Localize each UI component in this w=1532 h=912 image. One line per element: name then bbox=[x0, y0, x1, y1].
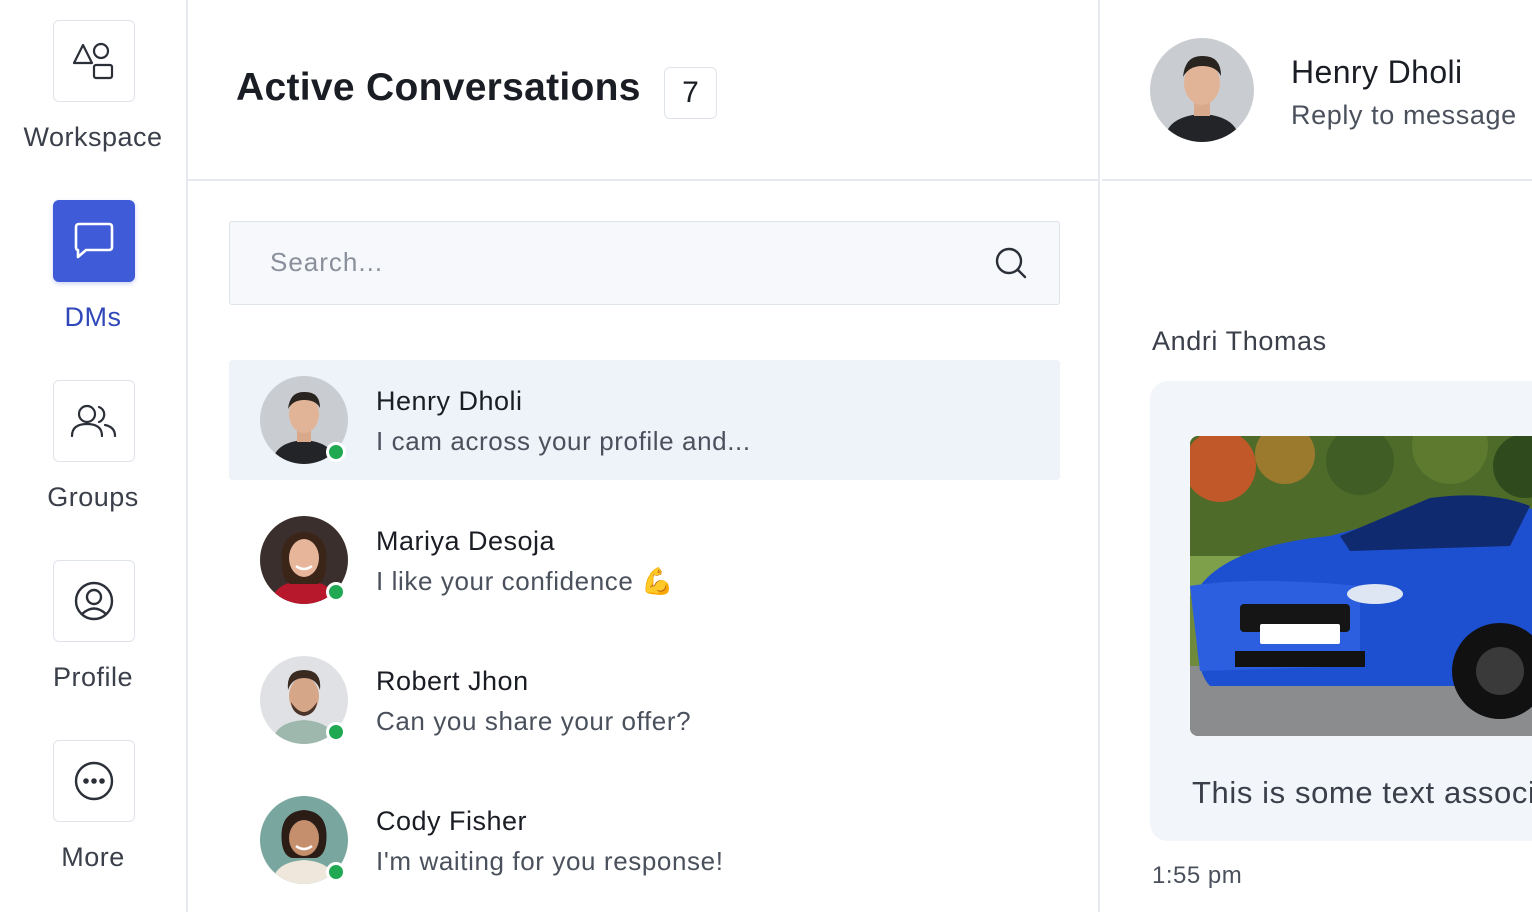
search-icon[interactable] bbox=[994, 246, 1028, 280]
sidebar-item-label: More bbox=[61, 842, 125, 872]
conversation-count-badge: 7 bbox=[664, 67, 717, 119]
conversation-name: Mariya Desoja bbox=[376, 526, 556, 556]
chat-header: Henry Dholi Reply to message bbox=[1102, 0, 1532, 181]
chat-bubble-icon bbox=[53, 200, 135, 282]
online-status-indicator bbox=[326, 722, 346, 742]
conversation-preview: Can you share your offer? bbox=[376, 706, 692, 736]
online-status-indicator bbox=[326, 862, 346, 882]
sidebar-item-label: Profile bbox=[52, 662, 134, 692]
avatar[interactable] bbox=[1150, 38, 1254, 142]
conversation-row[interactable]: Robert Jhon Can you share your offer? bbox=[229, 640, 1060, 760]
chat-panel: Henry Dholi Reply to message Andri Thoma… bbox=[1102, 0, 1532, 912]
message-timestamp: 1:55 pm bbox=[1152, 862, 1243, 889]
users-icon bbox=[53, 380, 135, 462]
shapes-icon bbox=[53, 20, 135, 102]
sidebar-rail: Workspace DMs Groups Profile More bbox=[0, 0, 188, 912]
sidebar-item-label: Groups bbox=[47, 482, 139, 512]
conversation-preview: I cam across your profile and... bbox=[376, 426, 751, 456]
search-input[interactable] bbox=[230, 222, 990, 303]
chat-contact-name: Henry Dholi bbox=[1291, 54, 1463, 90]
conversation-row[interactable]: Cody Fisher I'm waiting for you response… bbox=[229, 780, 1060, 900]
conversation-preview: I'm waiting for you response! bbox=[376, 846, 724, 876]
message-image[interactable] bbox=[1190, 436, 1532, 736]
conversation-list-header: Active Conversations 7 bbox=[188, 0, 1100, 181]
more-dots-icon bbox=[53, 740, 135, 822]
conversation-row[interactable]: Henry Dholi I cam across your profile an… bbox=[229, 360, 1060, 480]
user-circle-icon bbox=[53, 560, 135, 642]
conversation-list-panel: Active Conversations 7 Henry Dholi I cam… bbox=[188, 0, 1100, 912]
sidebar-item-label: DMs bbox=[64, 302, 122, 332]
page-title: Active Conversations bbox=[236, 66, 641, 109]
online-status-indicator bbox=[326, 442, 346, 462]
message-text: This is some text associated with the im… bbox=[1192, 775, 1532, 810]
conversation-name: Robert Jhon bbox=[376, 666, 529, 696]
online-status-indicator bbox=[326, 582, 346, 602]
search-bar bbox=[229, 221, 1060, 305]
conversation-preview: I like your confidence 💪 bbox=[376, 566, 675, 596]
sidebar-item-label: Workspace bbox=[23, 122, 163, 152]
chat-header-subtitle: Reply to message bbox=[1291, 100, 1517, 130]
conversation-row[interactable]: Mariya Desoja I like your confidence 💪 bbox=[229, 500, 1060, 620]
conversation-name: Henry Dholi bbox=[376, 386, 523, 416]
conversation-name: Cody Fisher bbox=[376, 806, 528, 836]
message-sender-name: Andri Thomas bbox=[1152, 326, 1327, 356]
message-bubble: This is some text associated with the im… bbox=[1150, 381, 1532, 841]
